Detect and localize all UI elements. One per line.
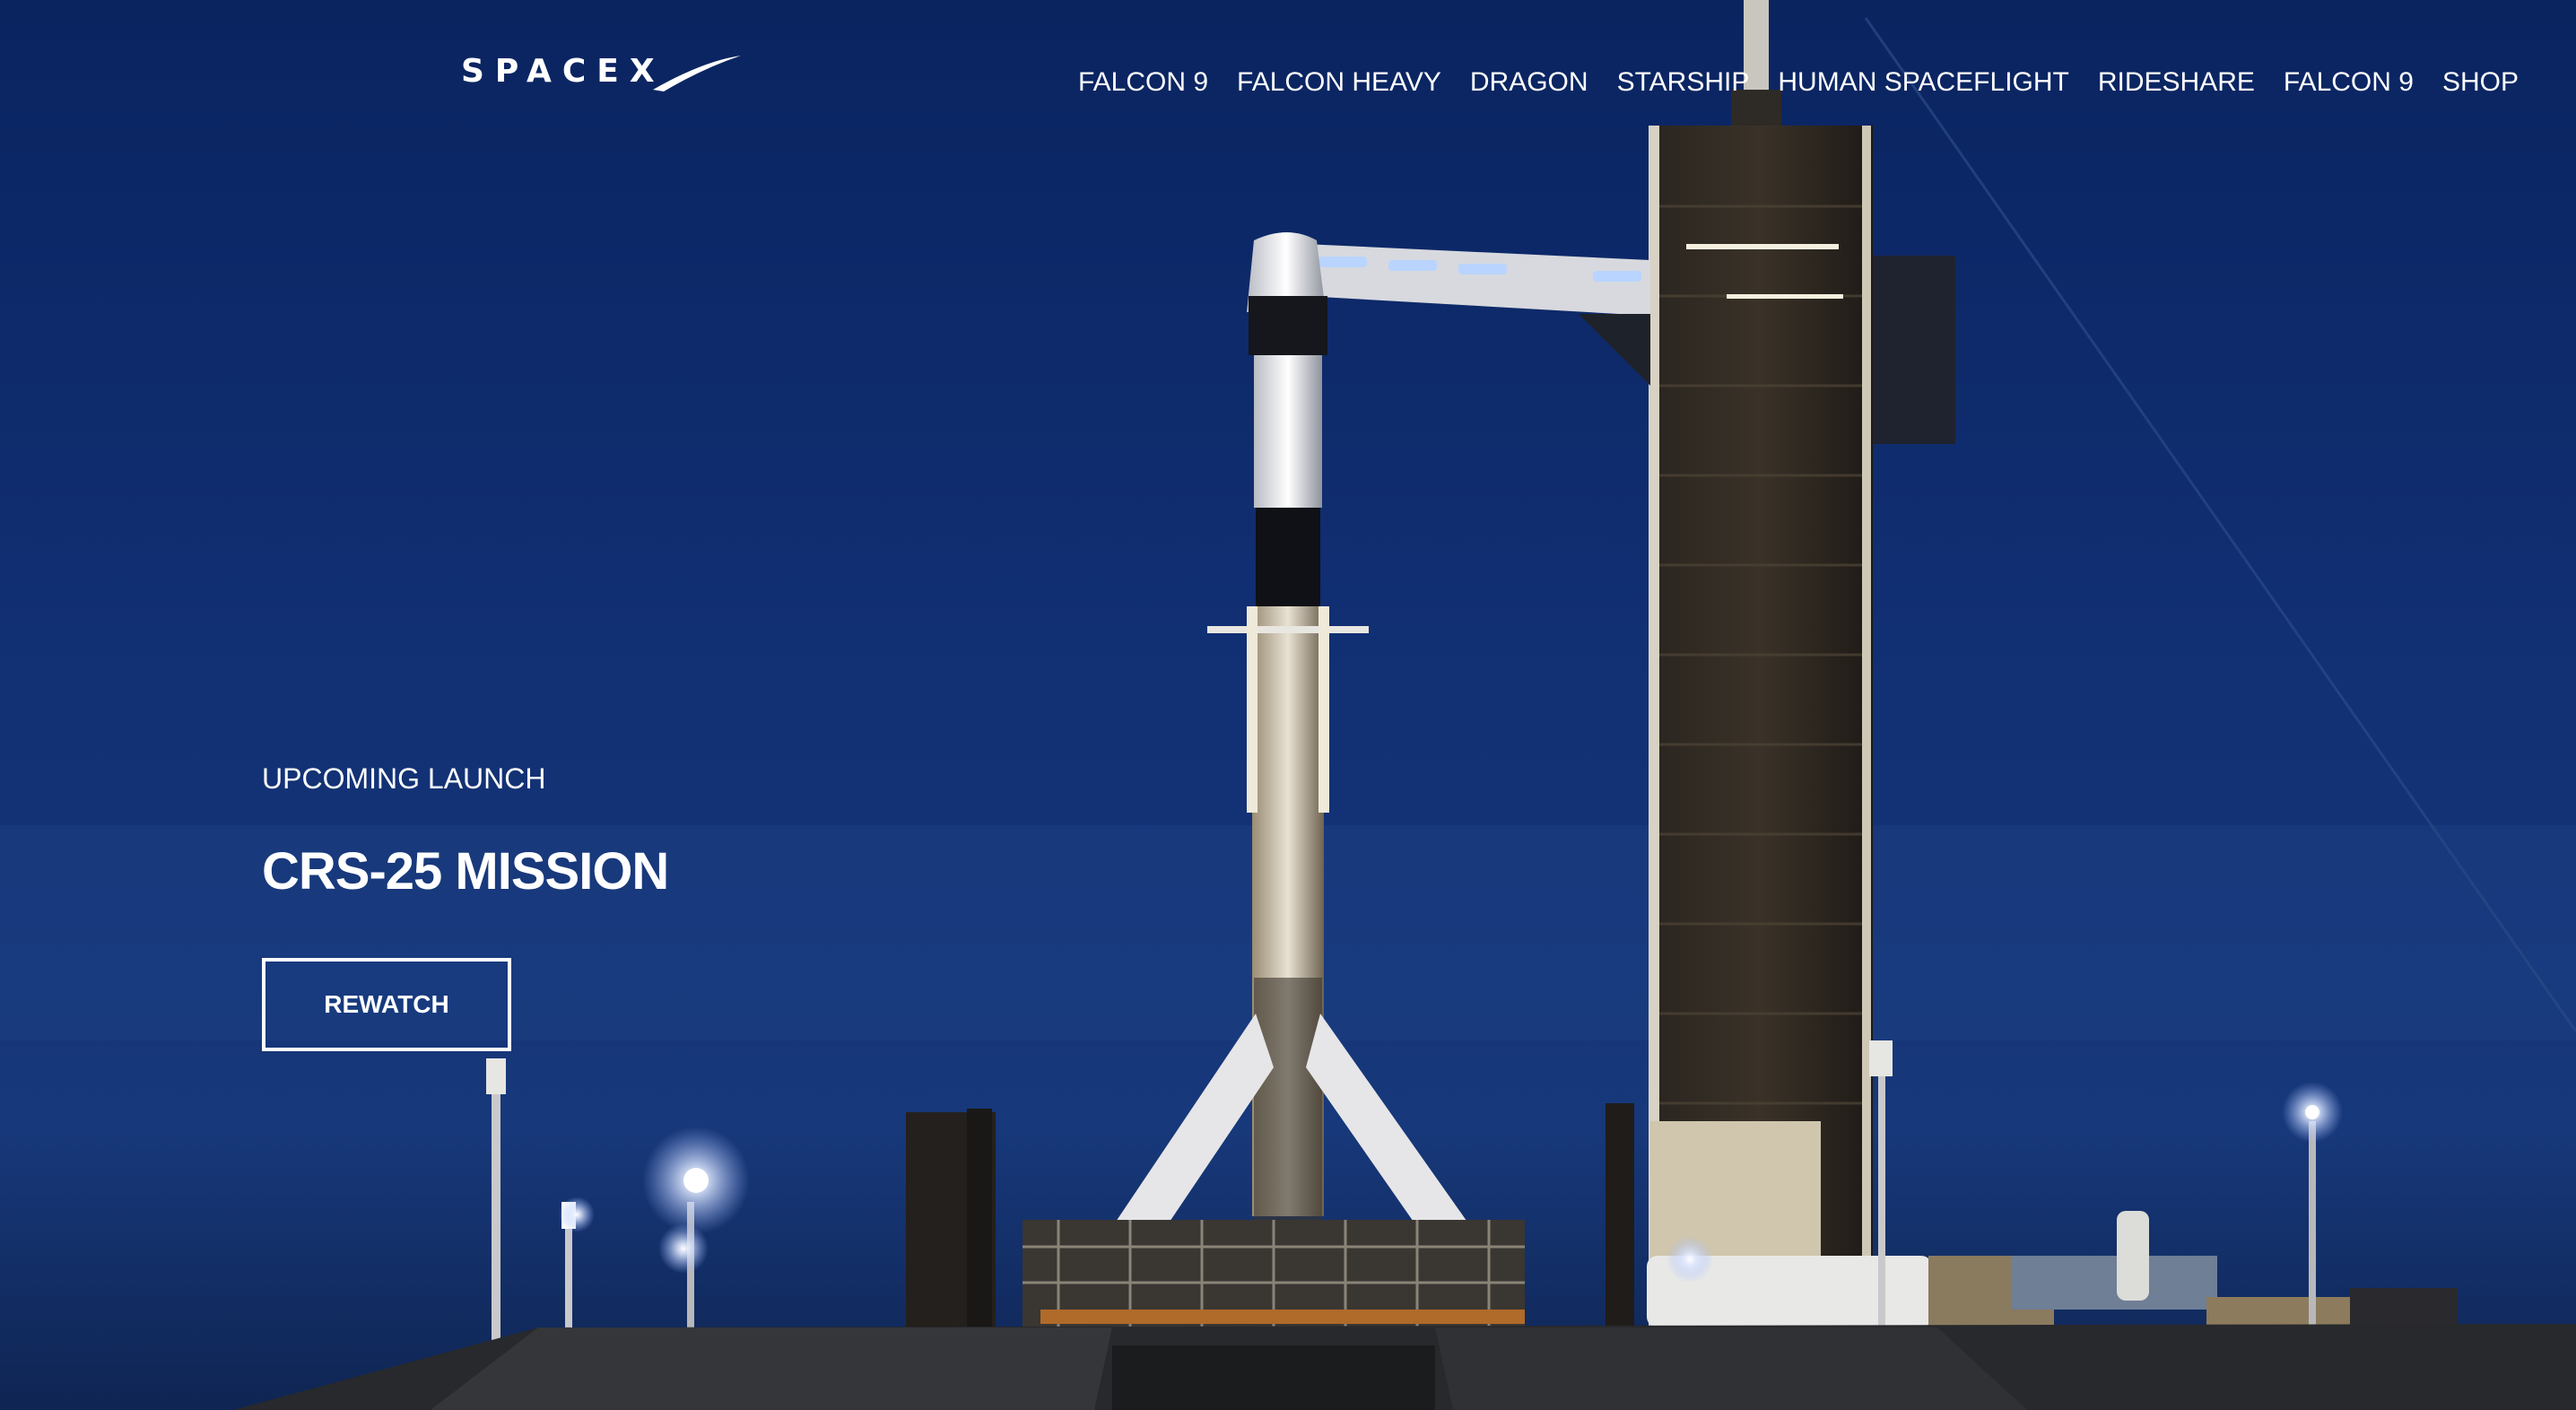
spacex-logo[interactable]: SPACEX (461, 52, 741, 97)
hero-content: UPCOMING LAUNCH CRS-25 MISSION REWATCH (262, 761, 669, 1051)
rewatch-button[interactable]: REWATCH (262, 958, 511, 1051)
nav-link-falcon-heavy[interactable]: FALCON HEAVY (1237, 65, 1441, 100)
nav-link-human-spaceflight[interactable]: HUMAN SPACEFLIGHT (1778, 65, 2068, 100)
logo-swoosh-icon (653, 56, 741, 91)
nav-link-falcon-9[interactable]: FALCON 9 (1078, 65, 1208, 100)
site-header: SPACEX FALCON 9 FALCON HEAVY DRAGON STAR… (0, 0, 2576, 161)
nav-link-dragon[interactable]: DRAGON (1470, 65, 1588, 100)
hero-eyebrow: UPCOMING LAUNCH (262, 762, 546, 795)
nav-link-starship[interactable]: STARSHIP (1617, 65, 1750, 100)
nav-link-falcon-9-secondary[interactable]: FALCON 9 (2284, 65, 2414, 100)
nav-link-rideshare[interactable]: RIDESHARE (2098, 65, 2255, 100)
nav-link-shop[interactable]: SHOP (2442, 65, 2519, 100)
main-nav: FALCON 9 FALCON HEAVY DRAGON STARSHIP HU… (1078, 65, 2519, 100)
launch-pad-background-image (0, 0, 2576, 1410)
mission-title: CRS-25 MISSION (262, 842, 669, 901)
hero-section: SPACEX FALCON 9 FALCON HEAVY DRAGON STAR… (0, 0, 2576, 1410)
